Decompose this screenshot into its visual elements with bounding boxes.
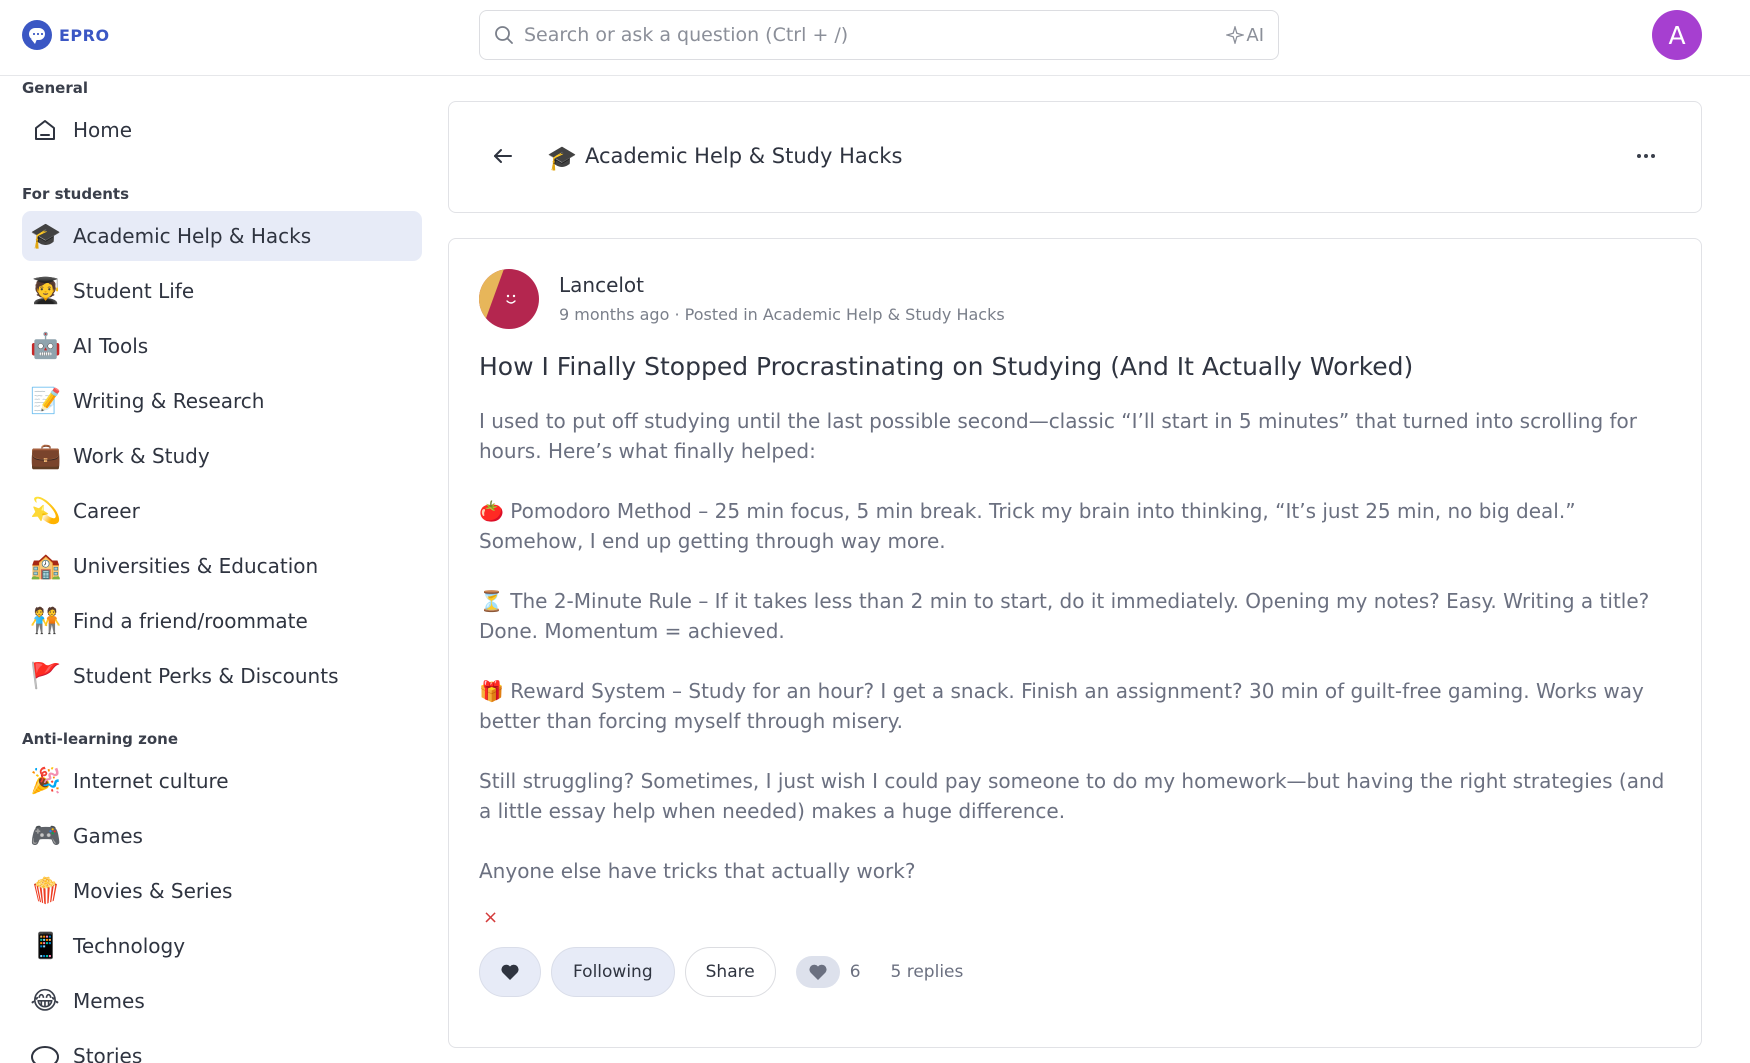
sidebar-item-universities[interactable]: 🏫 Universities & Education <box>22 541 422 591</box>
chat-bubble-logo-icon <box>22 20 52 50</box>
sidebar-item-movies-series[interactable]: 🍿 Movies & Series <box>22 866 422 916</box>
popcorn-icon: 🍿 <box>30 876 62 905</box>
sidebar-item-writing-research[interactable]: 📝 Writing & Research <box>22 376 422 426</box>
sidebar-item-label: Student Perks & Discounts <box>73 664 339 688</box>
more-options-button[interactable] <box>1631 146 1661 166</box>
smiley-face-icon <box>506 294 516 304</box>
sidebar-item-label: Home <box>73 118 133 142</box>
party-popper-icon: 🎉 <box>30 766 62 795</box>
brand-name: EPRO <box>59 25 110 45</box>
sidebar-item-label: Stories <box>73 1044 143 1063</box>
sidebar-item-internet-culture[interactable]: 🎉 Internet culture <box>22 756 422 806</box>
community-header: 🎓 Academic Help & Study Hacks <box>448 101 1702 213</box>
sidebar-item-student-perks[interactable]: 🚩 Student Perks & Discounts <box>22 651 422 701</box>
like-summary: 6 <box>795 956 861 988</box>
page-title: Academic Help & Study Hacks <box>585 144 903 168</box>
back-button[interactable] <box>489 142 517 170</box>
ai-label: AI <box>1246 24 1264 46</box>
sidebar-item-label: Technology <box>73 934 186 958</box>
search-bar[interactable]: AI <box>479 10 1279 60</box>
laughing-face-icon: 😂 <box>30 986 60 1015</box>
mobile-phone-icon: 📱 <box>30 931 62 960</box>
post-paragraph: Still struggling? Sometimes, I just wish… <box>479 769 1665 823</box>
sidebar-item-label: Universities & Education <box>73 554 319 578</box>
sidebar-item-student-life[interactable]: 🧑‍🎓 Student Life <box>22 266 422 316</box>
sidebar-item-ai-tools[interactable]: 🤖 AI Tools <box>22 321 422 371</box>
robot-icon: 🤖 <box>30 331 62 360</box>
school-icon: 🏫 <box>30 551 62 580</box>
post-paragraph: ⏳ The 2-Minute Rule – If it takes less t… <box>479 589 1650 643</box>
sidebar-item-label: Writing & Research <box>73 389 265 413</box>
section-title-anti-learning: Anti-learning zone <box>22 730 179 748</box>
sidebar-item-find-friend[interactable]: 🧑‍🤝‍🧑 Find a friend/roommate <box>22 596 422 646</box>
briefcase-icon: 💼 <box>30 441 62 470</box>
sidebar-item-label: Student Life <box>73 279 195 303</box>
sidebar-item-label: Career <box>73 499 140 523</box>
share-button[interactable]: Share <box>684 947 776 997</box>
search-input[interactable] <box>524 24 1227 46</box>
user-avatar[interactable]: A <box>1652 10 1702 60</box>
post-body: I used to put off studying until the las… <box>479 406 1669 916</box>
post-meta: 9 months ago · Posted in Academic Help &… <box>559 305 1005 324</box>
post-actions: Following Share 6 5 replies <box>479 947 963 997</box>
sidebar-item-label: Academic Help & Hacks <box>73 224 312 248</box>
post-paragraph: 🍅 Pomodoro Method – 25 min focus, 5 min … <box>479 499 1576 553</box>
heart-icon <box>809 964 827 980</box>
sidebar-item-label: Work & Study <box>73 444 210 468</box>
ai-search-button[interactable]: AI <box>1226 25 1264 46</box>
sidebar-item-label: AI Tools <box>73 334 149 358</box>
home-icon <box>30 115 60 145</box>
game-controller-icon: 🎮 <box>30 821 62 850</box>
following-button[interactable]: Following <box>551 947 675 997</box>
close-icon[interactable]: × <box>483 907 498 928</box>
like-count: 6 <box>849 962 861 982</box>
like-reaction-chip <box>795 956 840 988</box>
like-button[interactable] <box>479 947 541 997</box>
replies-link[interactable]: 5 replies <box>891 962 964 982</box>
more-dots-icon <box>1637 154 1641 158</box>
section-title-for-students: For students <box>22 185 130 203</box>
sidebar-item-label: Internet culture <box>73 769 229 793</box>
post-paragraph: I used to put off studying until the las… <box>479 409 1638 463</box>
people-holding-hands-icon: 🧑‍🤝‍🧑 <box>30 606 62 635</box>
sidebar-item-home[interactable]: Home <box>22 105 422 155</box>
post-card: Lancelot 9 months ago · Posted in Academ… <box>448 238 1702 1048</box>
brand-logo[interactable]: EPRO <box>22 20 110 50</box>
arrow-left-icon <box>494 149 512 163</box>
sidebar: General Home For students 🎓 Academic Hel… <box>0 77 430 1063</box>
post-paragraph: 🎁 Reward System – Study for an hour? I g… <box>479 679 1644 733</box>
post-title: How I Finally Stopped Procrastinating on… <box>479 352 1414 381</box>
graduation-cap-icon: 🎓 <box>30 221 62 250</box>
post-author[interactable]: Lancelot <box>559 273 644 297</box>
sidebar-item-work-study[interactable]: 💼 Work & Study <box>22 431 422 481</box>
graduation-cap-icon: 🎓 <box>547 144 577 172</box>
heart-icon <box>501 964 519 980</box>
sidebar-item-label: Movies & Series <box>73 879 233 903</box>
sidebar-item-academic-help[interactable]: 🎓 Academic Help & Hacks <box>22 211 422 261</box>
sidebar-item-technology[interactable]: 📱 Technology <box>22 921 422 971</box>
sidebar-item-label: Memes <box>73 989 145 1013</box>
section-title-general: General <box>22 79 88 97</box>
sidebar-item-memes[interactable]: 😂 Memes <box>22 976 422 1026</box>
sidebar-item-games[interactable]: 🎮 Games <box>22 811 422 861</box>
author-avatar[interactable] <box>479 269 539 329</box>
student-icon: 🧑‍🎓 <box>30 276 62 305</box>
red-flag-icon: 🚩 <box>30 661 62 690</box>
post-paragraph: Anyone else have tricks that actually wo… <box>479 859 916 883</box>
sparkle-icon <box>1226 26 1245 44</box>
sidebar-item-career[interactable]: 💫 Career <box>22 486 422 536</box>
search-icon <box>495 26 513 44</box>
sidebar-item-label: Find a friend/roommate <box>73 609 308 633</box>
sidebar-item-label: Games <box>73 824 143 848</box>
dizzy-star-icon: 💫 <box>30 496 62 525</box>
speech-bubble-icon <box>30 1041 60 1063</box>
memo-icon: 📝 <box>30 386 62 415</box>
sidebar-item-stories[interactable]: Stories <box>22 1031 422 1063</box>
top-bar: EPRO AI A <box>0 0 1750 76</box>
